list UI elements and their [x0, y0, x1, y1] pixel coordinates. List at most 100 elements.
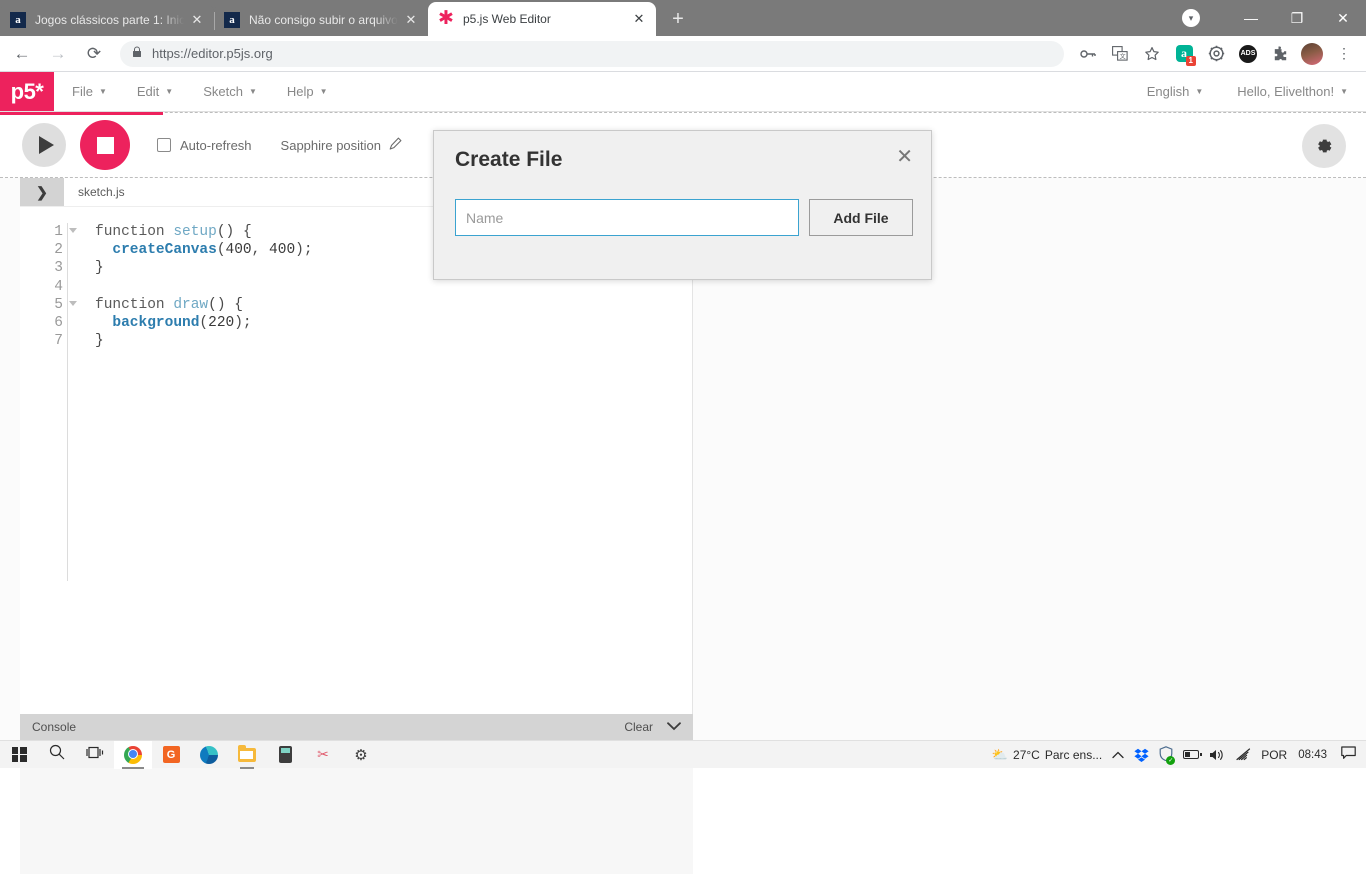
file-explorer-taskbar-button[interactable]	[228, 741, 266, 769]
volume-icon[interactable]	[1204, 741, 1230, 769]
notifications-icon[interactable]	[1333, 746, 1360, 763]
downloads-icon[interactable]: ▾	[1182, 9, 1200, 27]
edit-pencil-icon[interactable]	[389, 137, 402, 153]
stop-button[interactable]	[80, 120, 130, 170]
start-button[interactable]	[0, 741, 38, 769]
windows-defender-shield-icon[interactable]	[1154, 741, 1178, 769]
password-key-icon[interactable]	[1074, 40, 1102, 68]
chrome-taskbar-button[interactable]	[114, 741, 152, 769]
chevron-down-icon[interactable]	[667, 720, 681, 734]
close-icon[interactable]: ✕	[896, 147, 913, 167]
alura-extension-icon[interactable]: a 1	[1170, 40, 1198, 68]
maximize-button[interactable]: ❐	[1274, 0, 1320, 36]
menu-sketch-label: Sketch	[203, 84, 243, 99]
svg-text:文: 文	[1120, 53, 1126, 61]
chrome-menu-icon[interactable]: ⋮	[1330, 40, 1358, 68]
account-menu[interactable]: Hello, Elivelthon! ▼	[1237, 84, 1348, 99]
browser-toolbar: ← → ⟳ https://editor.p5js.org 文 a 1 ADS	[0, 36, 1366, 72]
auto-refresh-toggle[interactable]: Auto-refresh	[157, 138, 252, 153]
menu-file-label: File	[72, 84, 93, 99]
browser-tab-1[interactable]: a Jogos clássicos parte 1: Iniciando ✕	[0, 4, 214, 36]
code-line[interactable]: }	[95, 259, 313, 277]
gear-extension-icon[interactable]	[1202, 40, 1230, 68]
tab-divider	[214, 12, 215, 30]
browser-tab-3-active[interactable]: ✱ p5.js Web Editor ✕	[428, 2, 656, 36]
close-icon[interactable]: ✕	[630, 10, 648, 28]
code-fold-triangle-icon[interactable]	[69, 301, 77, 306]
extension-badge-count: 1	[1186, 56, 1196, 66]
code-token: () {	[208, 297, 243, 313]
line-number: 1	[20, 223, 67, 241]
code-line[interactable]: }	[95, 332, 313, 350]
code-token: 220	[208, 315, 234, 331]
close-icon[interactable]: ✕	[402, 11, 420, 29]
tray-overflow-chevron-up-icon[interactable]	[1107, 741, 1129, 769]
translate-icon[interactable]: 文	[1106, 40, 1134, 68]
line-number: 7	[20, 332, 67, 350]
dropbox-icon[interactable]	[1129, 741, 1154, 769]
menu-help[interactable]: Help ▼	[287, 84, 328, 99]
code-token: }	[95, 333, 104, 349]
console-title: Console	[32, 720, 76, 734]
input-language-indicator[interactable]: POR	[1256, 741, 1292, 769]
menu-file[interactable]: File ▼	[72, 84, 107, 99]
auto-refresh-label: Auto-refresh	[180, 138, 252, 153]
menu-edit[interactable]: Edit ▼	[137, 84, 173, 99]
reload-icon[interactable]: ⟳	[80, 40, 108, 68]
play-button[interactable]	[22, 123, 66, 167]
add-file-button[interactable]: Add File	[809, 199, 913, 236]
code-line[interactable]: function setup() {	[95, 223, 313, 241]
code-content[interactable]: function setup() { createCanvas(400, 400…	[95, 223, 313, 350]
code-line[interactable]	[95, 278, 313, 296]
console-clear-button[interactable]: Clear	[624, 720, 653, 734]
file-tab-sketch-js[interactable]: sketch.js	[64, 178, 139, 206]
menu-help-label: Help	[287, 84, 314, 99]
code-line[interactable]: createCanvas(400, 400);	[95, 241, 313, 259]
code-token: 400	[226, 242, 252, 258]
auto-refresh-checkbox[interactable]	[157, 138, 171, 152]
forward-icon[interactable]: →	[44, 40, 72, 68]
task-view-button[interactable]	[76, 741, 114, 769]
close-window-button[interactable]: ✕	[1320, 0, 1366, 36]
settings-taskbar-button[interactable]: ⚙	[342, 741, 380, 769]
browser-tab-2[interactable]: a Não consigo subir o arquivo | Jog ✕	[214, 4, 428, 36]
code-token: );	[295, 242, 312, 258]
line-number: 4	[20, 278, 67, 296]
p5-logo[interactable]: p5*	[0, 72, 54, 111]
search-button[interactable]	[38, 741, 76, 769]
close-icon[interactable]: ✕	[188, 11, 206, 29]
file-name-input[interactable]	[455, 199, 799, 236]
ads-extension-icon[interactable]: ADS	[1234, 40, 1262, 68]
battery-icon[interactable]	[1178, 741, 1204, 769]
sketch-name[interactable]: Sapphire position	[281, 137, 402, 153]
orange-app-taskbar-button[interactable]: G	[152, 741, 190, 769]
minimize-button[interactable]: —	[1228, 0, 1274, 36]
p5-asterisk-icon: ✱	[438, 11, 454, 27]
edge-taskbar-button[interactable]	[190, 741, 228, 769]
extensions-puzzle-icon[interactable]	[1266, 40, 1294, 68]
settings-gear-icon[interactable]	[1302, 124, 1346, 168]
sidebar-toggle-chevron-right-icon[interactable]: ❯	[20, 178, 64, 206]
bookmark-star-icon[interactable]	[1138, 40, 1166, 68]
profile-avatar[interactable]	[1298, 40, 1326, 68]
clock[interactable]: 08:43	[1292, 749, 1333, 761]
menu-sketch[interactable]: Sketch ▼	[203, 84, 257, 99]
new-tab-button[interactable]: +	[664, 5, 692, 33]
modal-form-row: Add File	[455, 199, 913, 236]
weather-widget[interactable]: ⛅ 27°C Parc ens...	[987, 741, 1107, 769]
code-line[interactable]: function draw() {	[95, 296, 313, 314]
browser-tab-title: p5.js Web Editor	[463, 12, 626, 26]
code-line[interactable]: background(220);	[95, 314, 313, 332]
back-icon[interactable]: ←	[8, 40, 36, 68]
console-header[interactable]: Console Clear	[20, 714, 693, 740]
windows-logo-icon	[12, 747, 27, 762]
system-tray: ⛅ 27°C Parc ens... POR 08:43	[987, 741, 1366, 769]
language-selector[interactable]: English ▼	[1147, 84, 1204, 99]
calculator-taskbar-button[interactable]	[266, 741, 304, 769]
address-bar[interactable]: https://editor.p5js.org	[120, 41, 1064, 67]
weather-icon: ⛅	[992, 747, 1008, 763]
wifi-icon[interactable]	[1230, 741, 1256, 769]
chevron-down-icon: ▼	[320, 87, 328, 96]
code-fold-triangle-icon[interactable]	[69, 228, 77, 233]
snipping-tool-taskbar-button[interactable]: ✂	[304, 741, 342, 769]
